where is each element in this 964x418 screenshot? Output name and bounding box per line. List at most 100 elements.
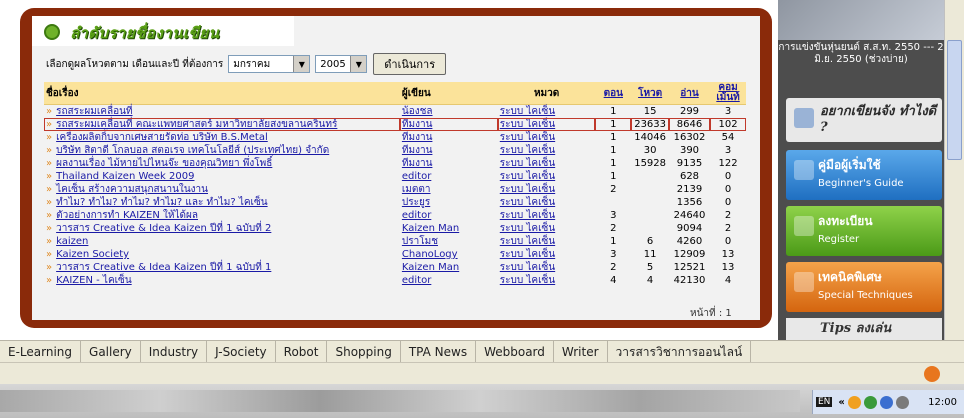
check-icon bbox=[794, 160, 814, 180]
table-row: » ไคเซ็น สร้างความสนุกสนานในงาน เมตตา ระบบ … bbox=[44, 183, 746, 196]
category-link[interactable]: ระบบ ไคเซ็น bbox=[500, 171, 555, 182]
col-reads[interactable]: อ่าน bbox=[668, 82, 711, 105]
table-row: » วารสาร Creative & Idea Kaizen ปีที่ 1 ฉ… bbox=[44, 222, 746, 235]
go-button[interactable]: ดำเนินการ bbox=[373, 53, 447, 75]
bookmark-item[interactable]: Gallery bbox=[81, 341, 141, 363]
title-link[interactable]: Thailand Kaizen Week 2009 bbox=[56, 171, 194, 182]
bookmark-item[interactable]: E-Learning bbox=[0, 341, 82, 363]
category-link[interactable]: ระบบ ไคเซ็น bbox=[500, 262, 555, 273]
messenger-tray-icon[interactable] bbox=[863, 395, 877, 409]
year-select[interactable]: 2005 ▼ bbox=[315, 55, 368, 73]
title-link[interactable]: รถสระผมเคลื่อนที่ คณะแพทยศาสตร์ มหาวิทยา… bbox=[56, 119, 337, 130]
category-link[interactable]: ระบบ ไคเซ็น bbox=[500, 145, 555, 156]
category-link[interactable]: ระบบ ไคเซ็น bbox=[500, 184, 555, 195]
double-chevron-icon: » bbox=[46, 132, 53, 143]
col-author: ผู้เขียน bbox=[399, 82, 498, 105]
chevron-down-icon[interactable]: ▼ bbox=[350, 56, 367, 72]
author-link[interactable]: ทีมงาน bbox=[402, 132, 433, 143]
author-cell: ประยูร bbox=[400, 196, 498, 209]
category-link[interactable]: ระบบ ไคเซ็น bbox=[500, 158, 555, 169]
pencil-icon bbox=[794, 108, 814, 128]
title-link[interactable]: ทำไม? ทำไม? ทำไม? ทำไม? และ ทำไม? ไคเซ็น bbox=[56, 197, 267, 208]
author-link[interactable]: ทีมงาน bbox=[402, 119, 433, 130]
title-cell: » รถสระผมเคลื่อนที่ คณะแพทยศาสตร์ มหาวิทย… bbox=[44, 118, 400, 131]
title-link[interactable]: kaizen bbox=[56, 236, 88, 247]
double-chevron-icon: » bbox=[46, 223, 53, 234]
title-link[interactable]: Kaizen Society bbox=[56, 249, 129, 260]
bookmark-item[interactable]: TPA News bbox=[401, 341, 477, 363]
bookmark-item[interactable]: Robot bbox=[276, 341, 328, 363]
author-cell: ทีมงาน bbox=[400, 144, 498, 157]
bookmark-item[interactable]: Writer bbox=[554, 341, 608, 363]
author-link[interactable]: น้องชล bbox=[402, 106, 433, 117]
tray-expand-icon[interactable]: « bbox=[838, 397, 844, 408]
table-row: » ตัวอย่างการทำ KAIZEN ให้ได้ผล editor ระบบ… bbox=[44, 209, 746, 222]
category-cell: ระบบ ไคเซ็น bbox=[498, 235, 596, 248]
category-link[interactable]: ระบบ ไคเซ็น bbox=[500, 210, 555, 221]
author-link[interactable]: เมตตา bbox=[402, 184, 431, 195]
bookmark-item[interactable]: วารสารวิชาการออนไลน์ bbox=[608, 341, 752, 363]
author-link[interactable]: ทีมงาน bbox=[402, 158, 433, 169]
reads-cell: 12909 bbox=[673, 249, 706, 260]
beginner-guide-banner[interactable]: คู่มือผู้เริ่มใช้ Beginner's Guide bbox=[786, 150, 942, 200]
author-link[interactable]: editor bbox=[402, 171, 431, 182]
special-techniques-banner[interactable]: เทคนิคพิเศษ Special Techniques bbox=[786, 262, 942, 312]
clock-tray-icon[interactable] bbox=[847, 395, 861, 409]
title-link[interactable]: วารสาร Creative & Idea Kaizen ปีที่ 1 ฉบ… bbox=[56, 262, 271, 273]
table-row: » kaizen ปราโมช ระบบ ไคเซ็น 1 6 4260 0 bbox=[44, 235, 746, 248]
double-chevron-icon: » bbox=[46, 275, 53, 286]
category-link[interactable]: ระบบ ไคเซ็น bbox=[500, 132, 555, 143]
network-tray-icon[interactable] bbox=[879, 395, 893, 409]
col-votes[interactable]: โหวต bbox=[631, 82, 669, 105]
bookmark-item[interactable]: J-Society bbox=[207, 341, 276, 363]
author-link[interactable]: Kaizen Man bbox=[402, 262, 459, 273]
photo-caption[interactable]: การแข่งขันหุ่นยนต์ ส.ส.ท. 2550 --- 2 มิ.… bbox=[778, 42, 944, 66]
title-link[interactable]: KAIZEN - ไคเซ็น bbox=[56, 275, 132, 286]
chevron-down-icon[interactable]: ▼ bbox=[293, 56, 310, 72]
scroll-thumb[interactable] bbox=[947, 40, 962, 160]
author-link[interactable]: ทีมงาน bbox=[402, 145, 433, 156]
writer-banner[interactable]: อยากเขียนจัง ทำไงดี ? bbox=[786, 98, 942, 142]
category-link[interactable]: ระบบ ไคเซ็น bbox=[500, 197, 555, 208]
author-link[interactable]: ปราโมช bbox=[402, 236, 438, 247]
author-cell: ทีมงาน bbox=[400, 157, 498, 170]
register-banner[interactable]: ลงทะเบียน Register bbox=[786, 206, 942, 256]
col-chapters[interactable]: ตอน bbox=[595, 82, 632, 105]
bookmark-item[interactable]: Industry bbox=[141, 341, 208, 363]
tips-banner[interactable]: Tips ลงเล่น bbox=[786, 318, 942, 340]
category-link[interactable]: ระบบ ไคเซ็น bbox=[500, 275, 555, 286]
title-link[interactable]: เครื่องผลิตกิ้บจากเศษสายรัดท่อ บริษัท B.… bbox=[56, 132, 268, 143]
taskbar-clock: 12:00 bbox=[928, 396, 957, 408]
title-link[interactable]: ไคเซ็น สร้างความสนุกสนานในงาน bbox=[56, 184, 208, 195]
category-link[interactable]: ระบบ ไคเซ็น bbox=[500, 106, 555, 117]
title-link[interactable]: บริษัท สิตาดี โกลบอล สตอเรจ เทคโนโลยีส์ … bbox=[56, 145, 329, 156]
month-select[interactable]: มกราคม ▼ bbox=[228, 55, 311, 73]
reads-cell: 24640 bbox=[673, 210, 706, 221]
category-link[interactable]: ระบบ ไคเซ็น bbox=[500, 249, 555, 260]
title-link[interactable]: ตัวอย่างการทำ KAIZEN ให้ได้ผล bbox=[56, 210, 198, 221]
chapters-cell: 3 bbox=[610, 210, 617, 221]
col-comments[interactable]: คอมเม้นท์ bbox=[710, 82, 746, 105]
volume-tray-icon[interactable] bbox=[895, 395, 909, 409]
bookmark-item[interactable]: Webboard bbox=[476, 341, 554, 363]
author-link[interactable]: ChanoLogy bbox=[402, 249, 458, 260]
language-indicator[interactable]: EN bbox=[816, 397, 833, 407]
bookmark-item[interactable]: Shopping bbox=[327, 341, 401, 363]
author-link[interactable]: editor bbox=[402, 275, 431, 286]
title-link[interactable]: รถสระผมเคลื่อนที่ bbox=[56, 106, 132, 117]
title-link[interactable]: ผลงานเรื่อง ไม้หายไปไหนจ๊ะ ของคุณวิทยา พ… bbox=[56, 158, 272, 169]
category-link[interactable]: ระบบ ไคเซ็น bbox=[500, 223, 555, 234]
category-link[interactable]: ระบบ ไคเซ็น bbox=[500, 119, 555, 130]
firefox-icon[interactable] bbox=[924, 366, 940, 382]
comments-cell: 0 bbox=[724, 236, 732, 247]
event-photo[interactable] bbox=[778, 0, 944, 40]
vertical-scrollbar[interactable] bbox=[944, 0, 964, 340]
table-row: » วารสาร Creative & Idea Kaizen ปีที่ 1 ฉ… bbox=[44, 261, 746, 274]
category-link[interactable]: ระบบ ไคเซ็น bbox=[500, 236, 555, 247]
title-link[interactable]: วารสาร Creative & Idea Kaizen ปีที่ 1 ฉบ… bbox=[56, 223, 271, 234]
author-link[interactable]: editor bbox=[402, 210, 431, 221]
reads-cell: 1356 bbox=[676, 197, 703, 208]
title-cell: » ตัวอย่างการทำ KAIZEN ให้ได้ผล bbox=[44, 209, 400, 222]
author-link[interactable]: ประยูร bbox=[402, 197, 430, 208]
author-link[interactable]: Kaizen Man bbox=[402, 223, 459, 234]
